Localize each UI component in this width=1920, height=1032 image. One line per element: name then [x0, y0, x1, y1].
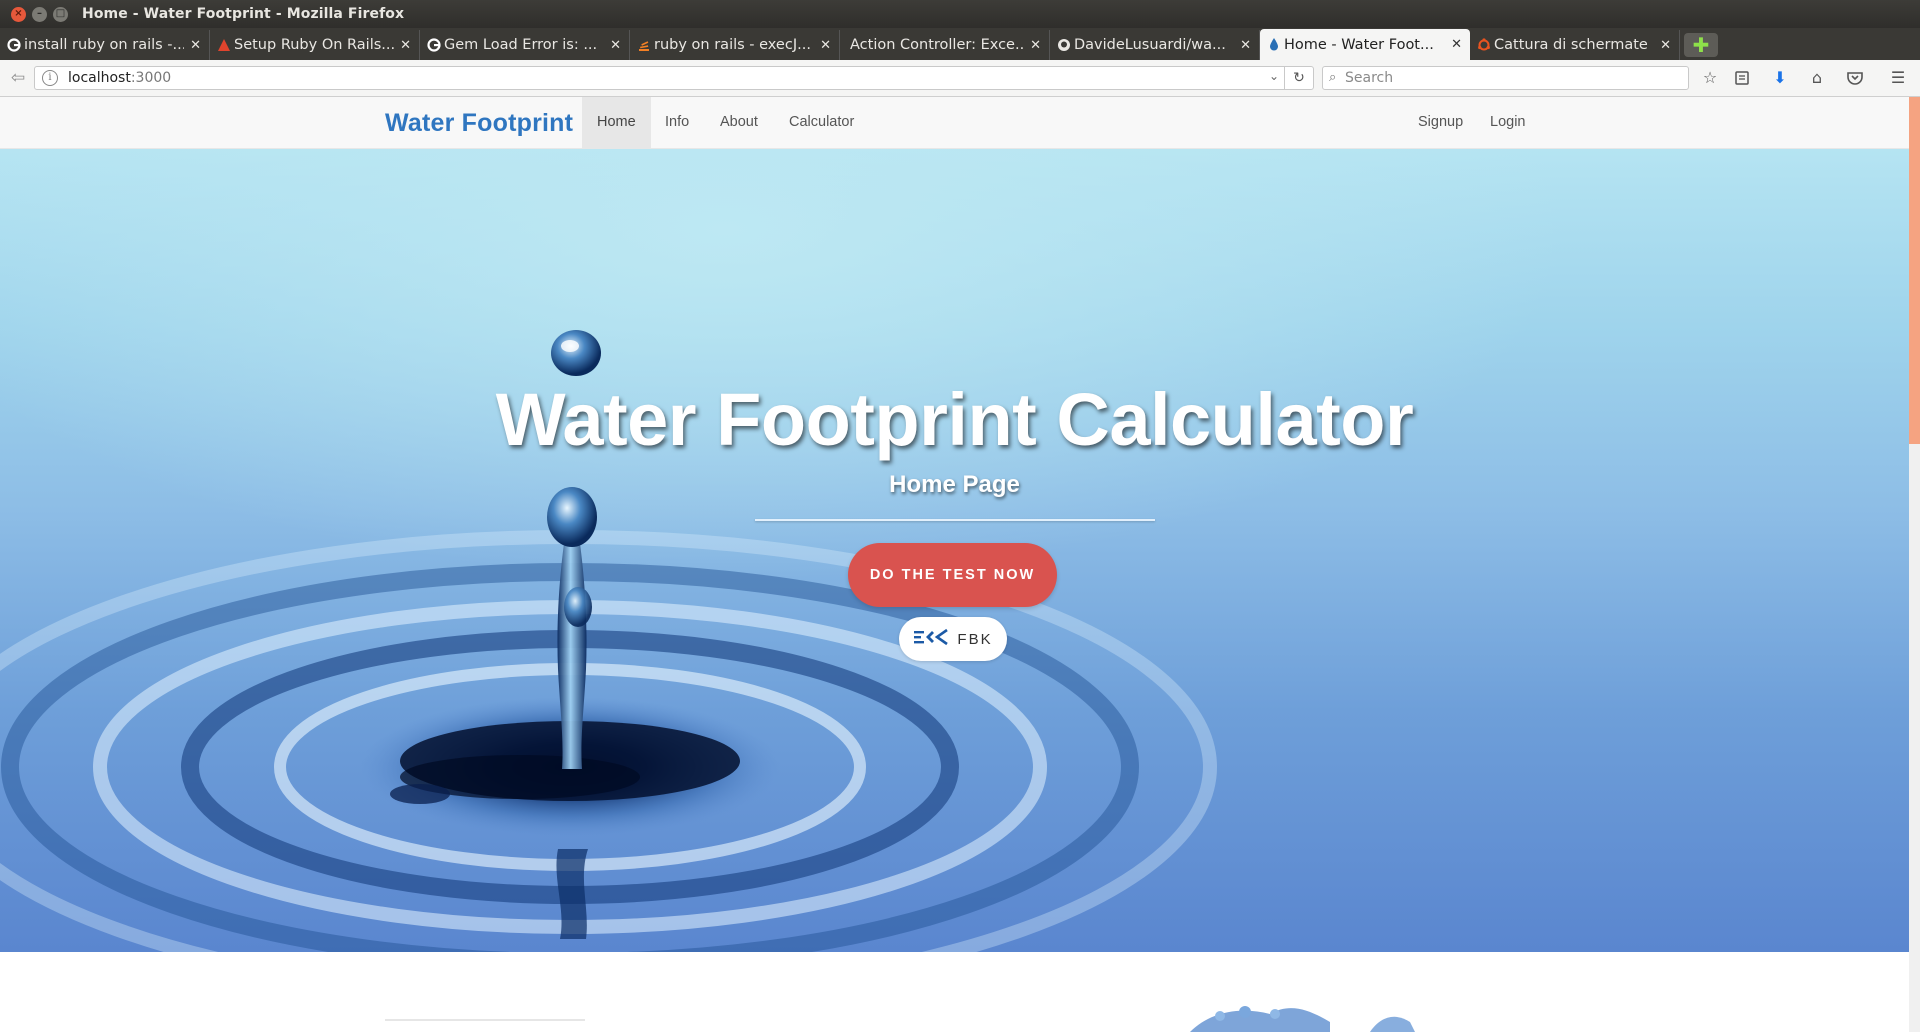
hero-title: Water Footprint Calculator — [495, 378, 1414, 461]
do-the-test-now-button[interactable]: DO THE TEST NOW — [848, 543, 1057, 607]
tab-ruby-on-rails-execjs[interactable]: ruby on rails - execJ... ✕ — [630, 30, 840, 60]
tab-close-icon[interactable]: ✕ — [1240, 38, 1251, 53]
nav-link-login[interactable]: Login — [1475, 97, 1540, 148]
home-icon[interactable]: ⌂ — [1805, 67, 1829, 89]
search-bar[interactable]: ⌕ Search — [1322, 66, 1689, 90]
nav-link-signup[interactable]: Signup — [1403, 97, 1478, 148]
page-viewport: Water Footprint Home Info About Calculat… — [0, 97, 1920, 1032]
stackoverflow-icon — [637, 38, 651, 52]
tab-gem-load-error[interactable]: Gem Load Error is: ... ✕ — [420, 30, 630, 60]
tab-action-controller[interactable]: Action Controller: Exce... ✕ — [840, 30, 1050, 60]
new-tab-button[interactable]: ✚ — [1684, 33, 1718, 57]
back-arrow-icon: ⇦ — [10, 68, 26, 88]
tab-cattura-di-schermate[interactable]: Cattura di schermate ✕ — [1470, 30, 1680, 60]
site-brand[interactable]: Water Footprint — [385, 109, 573, 138]
tab-strip: install ruby on rails -... ✕ Setup Ruby … — [0, 28, 1920, 60]
page-scrollbar[interactable] — [1909, 97, 1920, 1032]
url-port: :3000 — [130, 70, 172, 86]
url-host: localhost — [68, 70, 131, 86]
plus-icon: ✚ — [1692, 33, 1710, 57]
hero-subtitle: Home Page — [889, 471, 1020, 498]
site-navbar: Water Footprint Home Info About Calculat… — [0, 97, 1909, 149]
scrollbar-thumb[interactable] — [1909, 97, 1920, 444]
fbk-logo-icon — [913, 627, 951, 651]
section-divider — [385, 1019, 585, 1021]
fbk-partner-badge[interactable]: FBK — [899, 617, 1007, 661]
tab-close-icon[interactable]: ✕ — [400, 38, 411, 53]
tab-close-icon[interactable]: ✕ — [1660, 38, 1671, 53]
window-controls: × – □ — [11, 6, 68, 22]
reading-list-icon[interactable] — [1730, 67, 1754, 89]
menu-icon[interactable]: ☰ — [1886, 67, 1910, 89]
url-bar[interactable]: i localhost:3000 ⌄ ↻ — [34, 66, 1314, 90]
tab-label: DavideLusuardi/wa... — [1074, 37, 1226, 53]
history-dropdown-icon[interactable]: ⌄ — [1269, 69, 1279, 83]
downloads-icon[interactable]: ⬇ — [1768, 67, 1792, 89]
navigation-toolbar: ⇦ i localhost:3000 ⌄ ↻ ⌕ Search ☆ ⬇ ⌂ ☰ — [0, 60, 1920, 97]
google-icon — [427, 38, 441, 52]
tab-close-icon[interactable]: ✕ — [820, 38, 831, 53]
tab-close-icon[interactable]: ✕ — [190, 38, 201, 53]
below-hero-section — [0, 952, 1909, 1032]
tab-label: install ruby on rails -... — [24, 37, 185, 53]
pocket-icon[interactable] — [1843, 67, 1867, 89]
nav-link-home[interactable]: Home — [582, 97, 651, 148]
tab-label: ruby on rails - execJ... — [654, 37, 811, 53]
tab-setup-ruby[interactable]: Setup Ruby On Rails... ✕ — [210, 30, 420, 60]
reload-button[interactable]: ↻ — [1284, 67, 1313, 89]
tab-label: Setup Ruby On Rails... — [234, 37, 395, 53]
tab-label: Cattura di schermate — [1494, 37, 1648, 53]
window-title: Home - Water Footprint - Mozilla Firefox — [82, 6, 405, 22]
url-text: localhost:3000 — [68, 70, 171, 86]
tab-github-repo[interactable]: DavideLusuardi/wa... ✕ — [1050, 30, 1260, 60]
google-icon — [7, 38, 21, 52]
window-minimize-button[interactable]: – — [32, 6, 47, 22]
tab-close-icon[interactable]: ✕ — [1030, 38, 1041, 53]
fbk-label: FBK — [957, 630, 993, 648]
tab-install-ruby[interactable]: install ruby on rails -... ✕ — [0, 30, 210, 60]
tab-label: Gem Load Error is: ... — [444, 37, 598, 53]
tab-label: Home - Water Foot... — [1284, 36, 1434, 53]
nav-link-info[interactable]: Info — [650, 97, 704, 148]
github-icon — [1057, 38, 1071, 52]
tab-close-icon[interactable]: ✕ — [610, 38, 621, 53]
nav-link-calculator[interactable]: Calculator — [774, 97, 869, 148]
window-close-button[interactable]: × — [11, 6, 26, 22]
window-titlebar: × – □ Home - Water Footprint - Mozilla F… — [0, 0, 1920, 28]
search-icon: ⌕ — [1329, 70, 1337, 85]
ubuntu-icon — [1477, 38, 1491, 52]
reload-icon: ↻ — [1293, 70, 1305, 86]
rails-guide-icon — [217, 38, 231, 52]
tab-label: Action Controller: Exce... — [850, 37, 1025, 53]
tab-home-water-footprint[interactable]: Home - Water Foot... ✕ — [1260, 29, 1470, 60]
hero-divider — [755, 519, 1155, 521]
info-icon[interactable]: i — [42, 70, 58, 86]
bookmark-star-icon[interactable]: ☆ — [1698, 67, 1722, 89]
tab-close-icon[interactable]: ✕ — [1451, 37, 1462, 52]
window-maximize-button[interactable]: □ — [53, 6, 68, 22]
nav-link-about[interactable]: About — [705, 97, 773, 148]
back-button[interactable]: ⇦ — [6, 67, 30, 89]
water-drop-icon — [1267, 37, 1281, 51]
water-splash-image — [1190, 1006, 1415, 1032]
hero-section: Water Footprint Calculator Home Page DO … — [0, 149, 1909, 952]
search-placeholder: Search — [1345, 70, 1394, 86]
